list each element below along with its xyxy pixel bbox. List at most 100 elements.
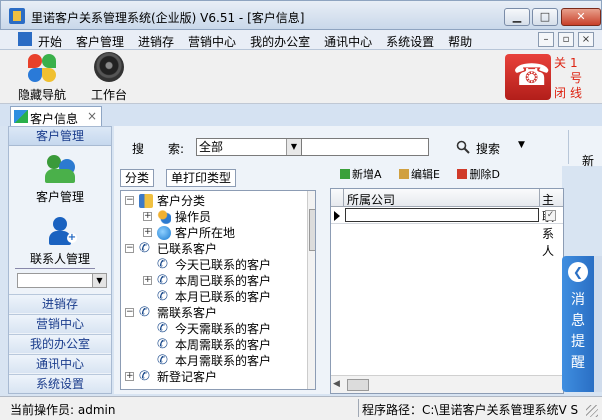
tree-node[interactable]: ✆ 今天需联系的客户	[121, 321, 305, 337]
menu-start[interactable]: 开始	[38, 33, 62, 50]
menu-my-office[interactable]: 我的办公室	[250, 33, 310, 50]
nav-link-settings[interactable]: 系统设置	[9, 374, 111, 393]
collapse-arrow-icon[interactable]: ❮	[568, 262, 588, 282]
tab-customer-info[interactable]: 客户信息 ×	[10, 106, 102, 126]
customer-grid-panel: 新增A 编辑E 删除D 所属公司 主联系人 ✓ ◀	[326, 166, 564, 394]
phone-icon: ✆	[157, 257, 168, 272]
tree-node[interactable]: ✆ 今天已联系的客户	[121, 257, 305, 273]
chevron-down-icon[interactable]: ▼	[518, 140, 525, 150]
search-button-label: 搜索	[476, 142, 501, 156]
message-char: 息	[571, 313, 585, 329]
add-button[interactable]: 新增A	[340, 168, 382, 180]
tree-node[interactable]: + 客户所在地	[121, 225, 305, 241]
new-button-partial[interactable]: 新	[582, 152, 594, 169]
menu-settings[interactable]: 系统设置	[386, 33, 434, 50]
grid-scrollbar[interactable]: ◀	[331, 375, 563, 393]
search-label: 索:	[168, 142, 185, 156]
tab-category[interactable]: 分类	[120, 169, 155, 187]
workbench-icon-wrap	[93, 52, 125, 84]
status-bar: 当前操作员: admin 程序路径：C:\里诺客户关系管理系统V S	[0, 396, 602, 420]
nav-header[interactable]: 客户管理	[9, 127, 111, 146]
table-row[interactable]: ✓	[331, 207, 563, 224]
tree-node-label: 新登记客户	[157, 370, 218, 384]
search-input[interactable]	[301, 138, 429, 156]
toolbar-divider	[568, 130, 569, 164]
phone-icon: ✆	[157, 337, 168, 352]
title-bar: 里诺客户关系管理系统(企业版) V6.51 - [客户信息] ▁ □ ✕	[0, 0, 602, 30]
delete-button[interactable]: 删除D	[457, 168, 500, 180]
tree-node[interactable]: ✆ 本周需联系的客户	[121, 337, 305, 353]
close-line-char: 1	[570, 56, 578, 70]
phone-icon: ✆	[157, 321, 168, 336]
edit-button[interactable]: 编辑E	[399, 168, 440, 180]
column-main-contact[interactable]: 主联系人	[542, 191, 563, 259]
tree-node[interactable]: + ✆ 本周已联系的客户	[121, 273, 305, 289]
tree-node[interactable]: − 客户分类	[121, 193, 305, 209]
collapse-icon[interactable]: −	[125, 244, 134, 253]
document-tab-bar: 客户信息 ×	[0, 104, 602, 126]
scrollbar-thumb[interactable]	[347, 379, 369, 391]
edit-icon	[399, 169, 410, 179]
menu-marketing[interactable]: 营销中心	[188, 33, 236, 50]
chevron-down-icon[interactable]: ▼	[92, 274, 106, 287]
expand-icon[interactable]: +	[143, 212, 152, 221]
close-line-char: 线	[570, 86, 583, 100]
status-operator: 当前操作员: admin	[10, 403, 116, 417]
tab-close-icon[interactable]: ×	[87, 109, 97, 123]
main-contact-checkbox[interactable]: ✓	[545, 210, 556, 221]
tree-node[interactable]: − ✆ 需联系客户	[121, 305, 305, 321]
collapse-icon[interactable]: −	[125, 196, 134, 205]
collapse-icon[interactable]: −	[125, 308, 134, 317]
tree-scrollbar[interactable]	[307, 191, 315, 389]
nav-contact-management[interactable]: + 联系人管理	[9, 217, 111, 267]
tree-node[interactable]: + 操作员	[121, 209, 305, 225]
grid-header: 所属公司 主联系人	[331, 189, 563, 258]
expand-icon[interactable]: +	[143, 276, 152, 285]
phone-icon: ✆	[157, 353, 168, 368]
nav-link-my-office[interactable]: 我的办公室	[9, 334, 111, 353]
search-icon	[456, 140, 470, 154]
webcam-icon	[94, 52, 124, 82]
minimize-button[interactable]: ▁	[504, 8, 530, 26]
add-label: 新增A	[352, 168, 382, 180]
nav-scroll-combo[interactable]: ▼	[17, 273, 107, 288]
menu-customer-management[interactable]: 客户管理	[76, 33, 124, 50]
company-cell[interactable]	[345, 208, 539, 222]
mdi-minimize-button[interactable]: –	[538, 32, 554, 47]
expand-icon[interactable]: +	[125, 372, 134, 381]
chevron-down-icon[interactable]: ▼	[286, 139, 301, 155]
search-scope-select[interactable]: 全部 ▼	[196, 138, 302, 156]
close-button[interactable]: ✕	[561, 8, 601, 26]
delete-icon	[457, 169, 468, 179]
menu-communication[interactable]: 通讯中心	[324, 33, 372, 50]
resize-grip-icon[interactable]	[586, 405, 598, 417]
phone-icon: ✆	[139, 305, 150, 320]
tree-node[interactable]: + ✆ 新登记客户	[121, 369, 305, 385]
tree-node[interactable]: ✆ 本月已联系的客户	[121, 289, 305, 305]
hide-nav-button[interactable]: 隐藏导航	[14, 52, 70, 103]
tree-node[interactable]: ✆ 本月需联系的客户	[121, 353, 305, 369]
column-divider	[343, 189, 344, 207]
message-reminder-panel[interactable]: ❮ 消 息 提 醒	[562, 256, 594, 392]
close-line-char: 号	[570, 71, 583, 85]
workbench-label: 工作台	[90, 88, 127, 102]
globe-icon	[157, 226, 171, 240]
phone-line-button[interactable]	[505, 54, 551, 100]
mdi-restore-button[interactable]: ▫	[558, 32, 574, 47]
nav-link-communication[interactable]: 通讯中心	[9, 354, 111, 373]
menu-help[interactable]: 帮助	[448, 33, 472, 50]
workbench-button[interactable]: 工作台	[88, 52, 130, 103]
chevron-left-icon[interactable]: ◀	[333, 379, 340, 389]
nav-customer-management[interactable]: 客户管理	[9, 155, 111, 205]
scrollbar-thumb[interactable]	[309, 209, 315, 251]
maximize-button[interactable]: □	[532, 8, 558, 26]
nav-link-marketing[interactable]: 营销中心	[9, 314, 111, 333]
search-label: 搜	[132, 142, 145, 156]
tree-node[interactable]: − ✆ 已联系客户	[121, 241, 305, 257]
tab-print-type[interactable]: 单打印类型	[166, 169, 237, 187]
mdi-close-button[interactable]: ×	[578, 32, 594, 47]
nav-link-inventory[interactable]: 进销存	[9, 294, 111, 313]
menu-inventory[interactable]: 进销存	[138, 33, 174, 50]
expand-icon[interactable]: +	[143, 228, 152, 237]
column-company[interactable]: 所属公司	[347, 191, 395, 208]
